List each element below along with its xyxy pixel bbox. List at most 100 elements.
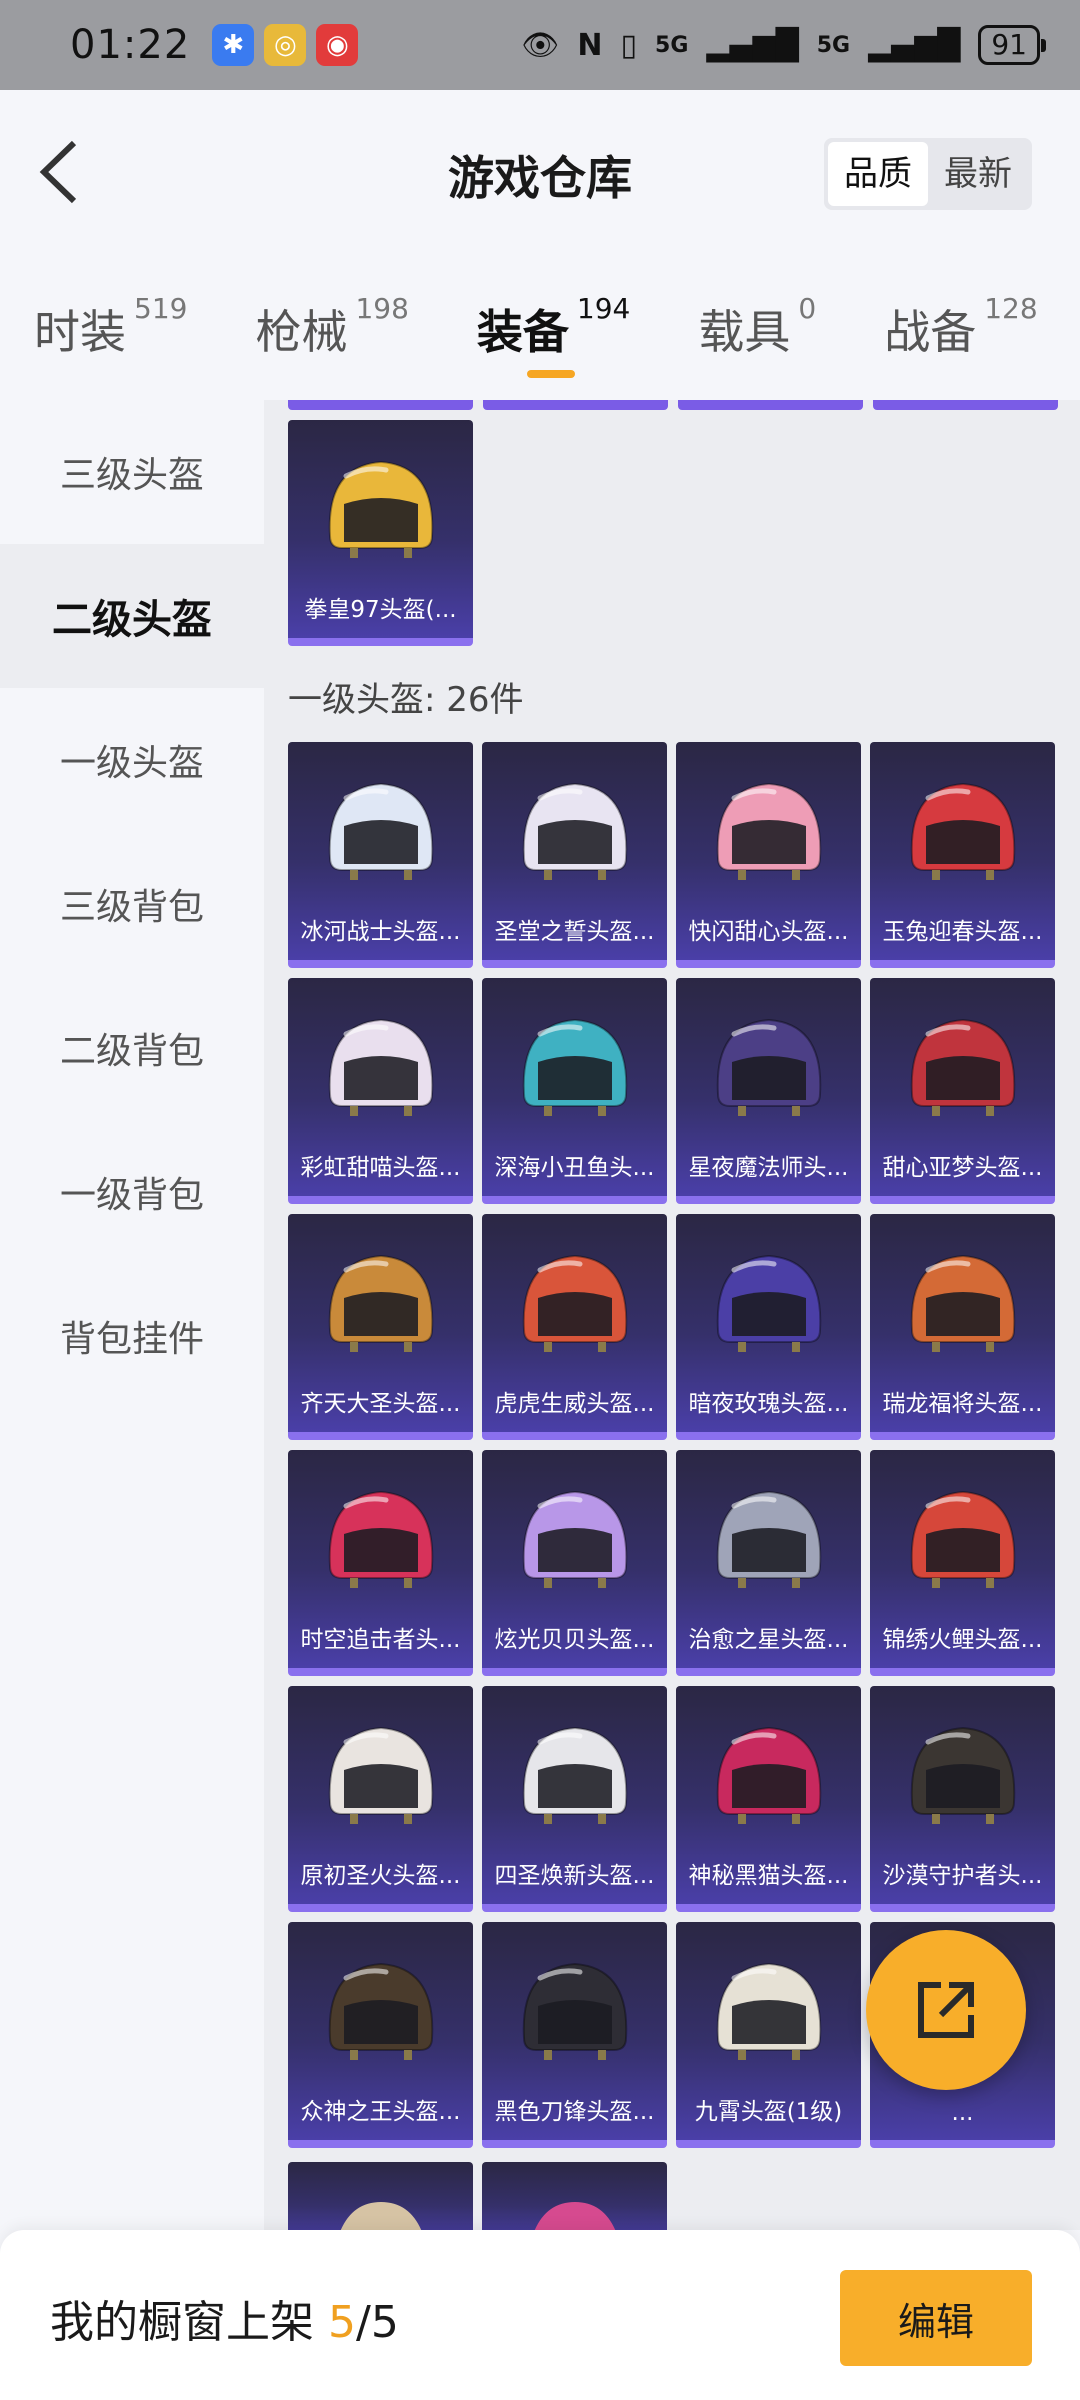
item-name: 齐天大圣头盔... <box>300 1391 461 1417</box>
helmet-icon <box>716 782 822 880</box>
status-indicators: 👁 N ▯ 5G ▂▄▆█ 5G ▂▄▆█ 91 <box>521 25 1046 65</box>
item-card-edge <box>483 400 668 410</box>
sort-newest-button[interactable]: 最新 <box>928 142 1028 206</box>
item-card[interactable]: 时空追击者头... <box>288 1450 473 1676</box>
helmet-icon <box>328 1254 434 1352</box>
tab-label: 装备 <box>476 305 569 359</box>
tab-guns[interactable]: 枪械 198 <box>255 260 408 362</box>
tab-equipment[interactable]: 装备 194 <box>476 260 630 378</box>
item-card[interactable]: 众神之王头盔... <box>288 1922 473 2148</box>
helmet-icon <box>522 1726 628 1824</box>
status-bar: 01:22 ✱ ◎ ◉ 👁 N ▯ 5G ▂▄▆█ 5G ▂▄▆█ 91 <box>0 0 1080 90</box>
item-card[interactable]: 暗夜玫瑰头盔... <box>676 1214 861 1440</box>
item-card[interactable]: 四圣焕新头盔... <box>482 1686 667 1912</box>
item-card[interactable]: 治愈之星头盔... <box>676 1450 861 1676</box>
item-name: 时空追击者头... <box>300 1627 461 1653</box>
item-card[interactable]: 拳皇97头盔(... <box>288 420 473 646</box>
item-card[interactable]: 沙漠守护者头... <box>870 1686 1055 1912</box>
helmet-icon <box>522 1018 628 1116</box>
item-card[interactable] <box>482 2162 667 2230</box>
helmet-icon <box>910 1018 1016 1116</box>
item-card[interactable]: 玉兔迎春头盔... <box>870 742 1055 968</box>
item-card[interactable]: 锦绣火鲤头盔... <box>870 1450 1055 1676</box>
item-card[interactable]: 九霄头盔(1级) <box>676 1922 861 2148</box>
item-name: ... <box>951 2100 974 2126</box>
item-card-edge <box>678 400 863 410</box>
helmet-icon <box>716 1254 822 1352</box>
app-notification-icon: ◎ <box>264 24 307 66</box>
sidebar: 三级头盔 二级头盔 一级头盔 三级背包 二级背包 一级背包 背包挂件 <box>0 400 264 2230</box>
helmet-icon <box>522 1490 628 1588</box>
edit-button[interactable]: 编辑 <box>840 2270 1032 2366</box>
item-card[interactable]: 齐天大圣头盔... <box>288 1214 473 1440</box>
category-tabs: 时装 519 枪械 198 装备 194 载具 0 战备 128 <box>0 260 1080 400</box>
level1-helmet-grid-partial <box>288 2162 1055 2230</box>
helmet-icon <box>910 1254 1016 1352</box>
status-time: 01:22 <box>70 22 191 68</box>
item-card[interactable]: 神秘黑猫头盔... <box>676 1686 861 1912</box>
helmet-icon <box>328 1726 434 1824</box>
showcase-count-total: /5 <box>356 2297 399 2348</box>
signal-label: 5G <box>655 32 689 58</box>
item-card-edge <box>288 400 473 410</box>
helmet-icon <box>328 782 434 880</box>
item-name: 神秘黑猫头盔... <box>688 1863 849 1889</box>
share-button[interactable] <box>866 1930 1026 2090</box>
item-name: 快闪甜心头盔... <box>688 919 849 945</box>
signal-icon: ▂▄▆█ <box>706 27 799 63</box>
showcase-label: 我的橱窗上架 <box>50 2297 328 2348</box>
item-card[interactable]: 深海小丑鱼头... <box>482 978 667 1204</box>
item-card[interactable]: 虎虎生威头盔... <box>482 1214 667 1440</box>
item-name: 圣堂之誓头盔... <box>494 919 655 945</box>
item-name: 彩虹甜喵头盔... <box>300 1155 461 1181</box>
sidebar-item-level1-backpack[interactable]: 一级背包 <box>0 1120 264 1264</box>
item-card[interactable]: 瑞龙福将头盔... <box>870 1214 1055 1440</box>
helmet-icon <box>910 1490 1016 1588</box>
helmet-icon <box>716 1490 822 1588</box>
status-app-icons: ✱ ◎ ◉ <box>212 24 359 66</box>
helmet-icon <box>716 1018 822 1116</box>
tab-supplies[interactable]: 战备 128 <box>884 260 1037 362</box>
helmet-icon <box>910 1726 1016 1824</box>
tab-label: 时装 <box>34 305 126 359</box>
eye-icon: 👁 <box>521 27 560 63</box>
item-card[interactable]: 炫光贝贝头盔... <box>482 1450 667 1676</box>
sidebar-item-level3-helmet[interactable]: 三级头盔 <box>0 400 264 544</box>
item-card[interactable]: 快闪甜心头盔... <box>676 742 861 968</box>
item-name: 沙漠守护者头... <box>882 1863 1043 1889</box>
signal-icon: ▂▄▆█ <box>868 27 961 63</box>
item-card[interactable] <box>288 2162 473 2230</box>
sidebar-item-level2-backpack[interactable]: 二级背包 <box>0 976 264 1120</box>
nfc-icon: N <box>577 27 603 63</box>
helmet-icon <box>328 1018 434 1116</box>
showcase-count-current: 5 <box>328 2297 356 2348</box>
sidebar-item-level3-backpack[interactable]: 三级背包 <box>0 832 264 976</box>
item-card[interactable]: 原初圣火头盔... <box>288 1686 473 1912</box>
helmet-icon <box>328 460 434 558</box>
sort-quality-button[interactable]: 品质 <box>828 142 928 206</box>
item-card[interactable]: 彩虹甜喵头盔... <box>288 978 473 1204</box>
item-name: 瑞龙福将头盔... <box>882 1391 1043 1417</box>
tab-label: 战备 <box>884 305 977 359</box>
tab-count: 198 <box>355 292 409 325</box>
level2-helmet-grid: 拳皇97头盔(... <box>288 420 1055 646</box>
item-card[interactable]: 星夜魔法师头... <box>676 978 861 1204</box>
item-card[interactable]: 甜心亚梦头盔... <box>870 978 1055 1204</box>
scrolled-row-edges <box>288 400 1058 410</box>
item-card[interactable]: 黑色刀锋头盔... <box>482 1922 667 2148</box>
signal-label: 5G <box>816 32 851 58</box>
showcase-bar: 我的橱窗上架 5/5 编辑 <box>0 2230 1080 2400</box>
item-card[interactable]: 冰河战士头盔... <box>288 742 473 968</box>
helmet-icon <box>522 782 628 880</box>
sidebar-item-level2-helmet[interactable]: 二级头盔 <box>0 544 264 688</box>
tab-fashion[interactable]: 时装 519 <box>34 260 187 362</box>
tab-count: 519 <box>134 292 188 325</box>
item-name: 虎虎生威头盔... <box>494 1391 655 1417</box>
helmet-icon <box>716 1962 822 2060</box>
item-card[interactable]: 圣堂之誓头盔... <box>482 742 667 968</box>
helmet-icon <box>716 1726 822 1824</box>
tab-vehicles[interactable]: 载具 0 <box>698 260 816 362</box>
sidebar-item-backpack-pendant[interactable]: 背包挂件 <box>0 1264 264 1408</box>
sidebar-item-level1-helmet[interactable]: 一级头盔 <box>0 688 264 832</box>
helmet-icon <box>328 1490 434 1588</box>
